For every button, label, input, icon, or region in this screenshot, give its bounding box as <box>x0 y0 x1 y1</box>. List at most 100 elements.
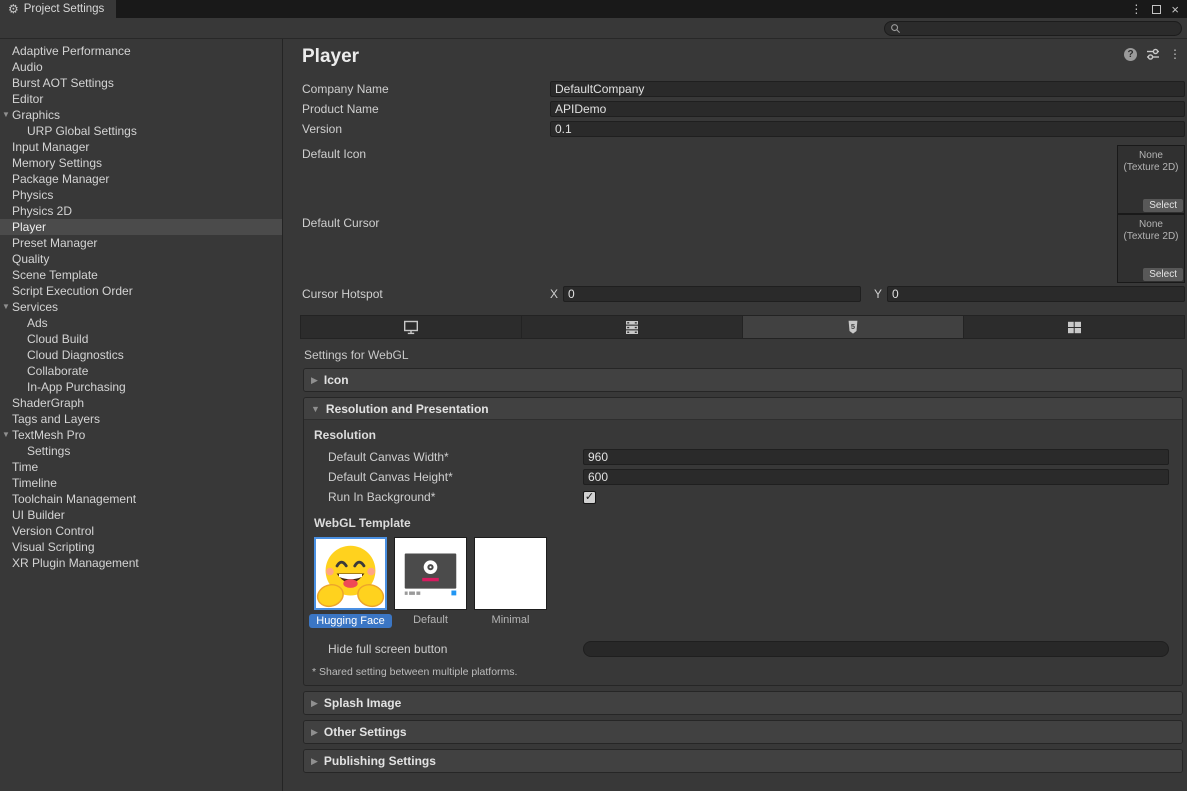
sidebar-item-graphics[interactable]: ▼Graphics <box>0 107 282 123</box>
foldout-collapsed-icon: ▶ <box>311 756 318 767</box>
sidebar-item-physics[interactable]: Physics <box>0 187 282 203</box>
run-in-background-checkbox[interactable]: ✓ <box>583 491 596 504</box>
window-menu-icon[interactable]: ⋮ <box>1130 3 1142 15</box>
sidebar-item-label: Cloud Diagnostics <box>27 348 124 362</box>
tab-windows-store[interactable] <box>964 316 1184 338</box>
sidebar-item-settings[interactable]: Settings <box>0 443 282 459</box>
window-tab-title: Project Settings <box>24 3 105 15</box>
sidebar-item-ads[interactable]: Ads <box>0 315 282 331</box>
template-label-minimal[interactable]: Minimal <box>492 614 530 628</box>
template-card-default[interactable] <box>394 537 467 610</box>
select-icon-button[interactable]: Select <box>1143 199 1183 212</box>
sidebar-item-scene-template[interactable]: Scene Template <box>0 267 282 283</box>
product-name-field[interactable] <box>550 101 1185 117</box>
sidebar-item-cloud-diagnostics[interactable]: Cloud Diagnostics <box>0 347 282 363</box>
foldout-expanded-icon[interactable]: ▼ <box>2 427 10 443</box>
sidebar-item-tags-and-layers[interactable]: Tags and Layers <box>0 411 282 427</box>
sidebar-item-version-control[interactable]: Version Control <box>0 523 282 539</box>
tab-webgl[interactable]: 5 <box>743 316 963 338</box>
sidebar-item-adaptive-performance[interactable]: Adaptive Performance <box>0 43 282 59</box>
presets-icon[interactable] <box>1146 47 1160 61</box>
texture-type-text: (Texture 2D) <box>1118 162 1184 174</box>
foldout-expanded-icon[interactable]: ▼ <box>2 299 10 315</box>
canvas-height-field[interactable] <box>583 469 1169 485</box>
close-icon[interactable]: × <box>1171 3 1179 16</box>
shared-setting-footnote: * Shared setting between multiple platfo… <box>312 666 1169 678</box>
sidebar-item-shadergraph[interactable]: ShaderGraph <box>0 395 282 411</box>
help-icon[interactable]: ? <box>1124 48 1137 61</box>
search-input[interactable] <box>905 23 1176 35</box>
sidebar-item-quality[interactable]: Quality <box>0 251 282 267</box>
sidebar-item-visual-scripting[interactable]: Visual Scripting <box>0 539 282 555</box>
sidebar-item-urp-global-settings[interactable]: URP Global Settings <box>0 123 282 139</box>
sidebar-item-ui-builder[interactable]: UI Builder <box>0 507 282 523</box>
webgl-template-subheader: WebGL Template <box>314 516 1169 530</box>
maximize-icon[interactable] <box>1152 5 1161 14</box>
default-cursor-texture-well[interactable]: None (Texture 2D) Select <box>1117 214 1185 283</box>
minimal-template-thumbnail-icon <box>475 538 546 609</box>
hotspot-x-field[interactable] <box>563 286 861 302</box>
settings-sidebar: Adaptive Performance AudioBurst AOT Setti… <box>0 39 283 791</box>
sidebar-item-label: Audio <box>12 60 43 74</box>
canvas-width-field[interactable] <box>583 449 1169 465</box>
sidebar-item-label: XR Plugin Management <box>12 556 139 570</box>
sidebar-item-editor[interactable]: Editor <box>0 91 282 107</box>
section-resolution-title: Resolution and Presentation <box>326 402 489 416</box>
sidebar-item-burst-aot-settings[interactable]: Burst AOT Settings <box>0 75 282 91</box>
section-splash-title: Splash Image <box>324 696 401 710</box>
sidebar-item-script-execution-order[interactable]: Script Execution Order <box>0 283 282 299</box>
sidebar-item-xr-plugin-management[interactable]: XR Plugin Management <box>0 555 282 571</box>
company-name-label: Company Name <box>302 82 550 96</box>
section-icon-header[interactable]: ▶ Icon <box>304 369 1182 391</box>
sidebar-item-input-manager[interactable]: Input Manager <box>0 139 282 155</box>
sidebar-item-label: Preset Manager <box>12 236 97 250</box>
sidebar-item-label: Player <box>12 220 46 234</box>
sidebar-item-collaborate[interactable]: Collaborate <box>0 363 282 379</box>
template-label-hugging-face[interactable]: Hugging Face <box>309 614 392 628</box>
sidebar-item-label: Cloud Build <box>27 332 88 346</box>
section-publishing-header[interactable]: ▶ Publishing Settings <box>304 750 1182 772</box>
foldout-expanded-icon[interactable]: ▼ <box>2 107 10 123</box>
sidebar-item-label: Quality <box>12 252 49 266</box>
version-field[interactable] <box>550 121 1185 137</box>
sidebar-item-in-app-purchasing[interactable]: In-App Purchasing <box>0 379 282 395</box>
hide-fullscreen-field[interactable] <box>583 641 1169 657</box>
sidebar-item-player[interactable]: Player <box>0 219 282 235</box>
webgl-icon: 5 <box>845 320 861 335</box>
sidebar-item-package-manager[interactable]: Package Manager <box>0 171 282 187</box>
sidebar-item-cloud-build[interactable]: Cloud Build <box>0 331 282 347</box>
section-splash-header[interactable]: ▶ Splash Image <box>304 692 1182 714</box>
settings-for-label: Settings for WebGL <box>304 348 1185 362</box>
sidebar-item-textmesh-pro[interactable]: ▼TextMesh Pro <box>0 427 282 443</box>
company-name-field[interactable] <box>550 81 1185 97</box>
template-card-minimal[interactable] <box>474 537 547 610</box>
template-card-hugging-face[interactable] <box>314 537 387 610</box>
sidebar-item-timeline[interactable]: Timeline <box>0 475 282 491</box>
project-settings-tab[interactable]: ⚙ Project Settings <box>0 0 116 18</box>
sidebar-item-time[interactable]: Time <box>0 459 282 475</box>
sidebar-item-label: Adaptive Performance <box>12 44 131 58</box>
foldout-collapsed-icon: ▶ <box>311 727 318 738</box>
sidebar-item-audio[interactable]: Audio <box>0 59 282 75</box>
sidebar-item-label: UI Builder <box>12 508 65 522</box>
sidebar-item-label: Time <box>12 460 38 474</box>
search-box[interactable] <box>884 21 1182 36</box>
sidebar-item-label: Memory Settings <box>12 156 102 170</box>
sidebar-item-memory-settings[interactable]: Memory Settings <box>0 155 282 171</box>
section-other-header[interactable]: ▶ Other Settings <box>304 721 1182 743</box>
hotspot-y-field[interactable] <box>887 286 1185 302</box>
panel-menu-icon[interactable]: ⋮ <box>1169 48 1181 60</box>
default-icon-texture-well[interactable]: None (Texture 2D) Select <box>1117 145 1185 214</box>
tab-standalone[interactable] <box>301 316 521 338</box>
sidebar-item-label: Timeline <box>12 476 57 490</box>
sidebar-item-services[interactable]: ▼Services <box>0 299 282 315</box>
section-resolution-header[interactable]: ▼ Resolution and Presentation <box>304 398 1182 420</box>
sidebar-item-preset-manager[interactable]: Preset Manager <box>0 235 282 251</box>
webgl-template-labels: Hugging Face Default Minimal <box>314 614 1169 628</box>
select-cursor-button[interactable]: Select <box>1143 268 1183 281</box>
template-label-default[interactable]: Default <box>413 614 448 628</box>
tab-dedicated-server[interactable] <box>522 316 742 338</box>
sidebar-item-label: Package Manager <box>12 172 109 186</box>
sidebar-item-physics-2d[interactable]: Physics 2D <box>0 203 282 219</box>
sidebar-item-toolchain-management[interactable]: Toolchain Management <box>0 491 282 507</box>
